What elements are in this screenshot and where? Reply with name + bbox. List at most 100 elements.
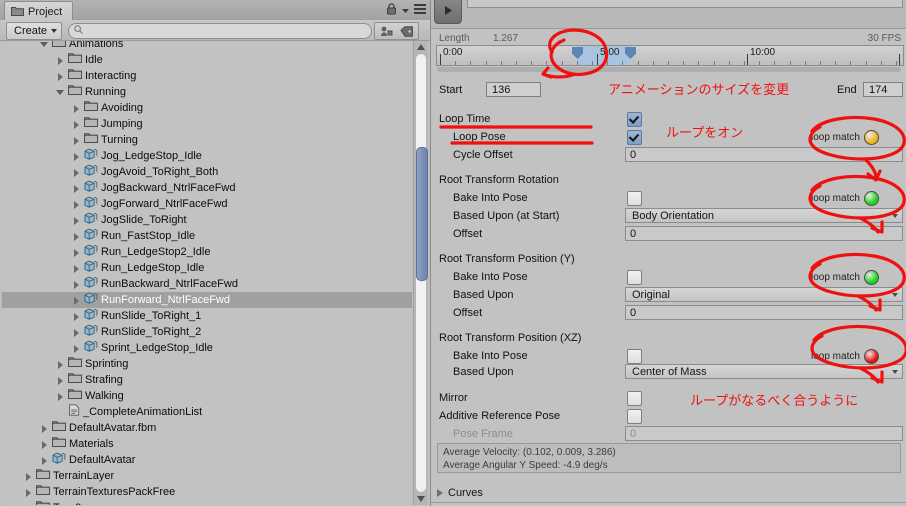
- root-posxz-based-dropdown[interactable]: Center of Mass: [625, 364, 903, 379]
- cycle-offset-input[interactable]: 0: [625, 147, 903, 162]
- chevron-right-icon[interactable]: [72, 184, 81, 193]
- chevron-right-icon[interactable]: [24, 472, 33, 481]
- chevron-right-icon[interactable]: [72, 328, 81, 337]
- loop-time-checkbox[interactable]: [627, 112, 642, 127]
- tree-item[interactable]: Run_LedgeStop2_Idle: [2, 244, 412, 260]
- root-posy-based-dropdown[interactable]: Original: [625, 287, 903, 302]
- start-input[interactable]: 136: [486, 82, 541, 97]
- chevron-right-icon[interactable]: [72, 136, 81, 145]
- chevron-right-icon[interactable]: [72, 312, 81, 321]
- root-posy-offset-label: Offset: [453, 307, 483, 319]
- scroll-down-arrow-icon[interactable]: [415, 493, 427, 505]
- annotation-note-2: ループをオン: [666, 126, 744, 141]
- chevron-right-icon[interactable]: [72, 200, 81, 209]
- hamburger-menu-icon[interactable]: [414, 4, 426, 17]
- tree-item[interactable]: Materials: [2, 436, 412, 452]
- tree-item-label: _CompleteAnimationList: [83, 406, 203, 418]
- chevron-right-icon[interactable]: [56, 376, 65, 385]
- chevron-down-icon[interactable]: [56, 88, 65, 97]
- chevron-right-icon[interactable]: [72, 344, 81, 353]
- chevron-right-icon[interactable]: [72, 248, 81, 257]
- timeline-minor-tick: [622, 61, 623, 65]
- chevron-right-icon[interactable]: [72, 232, 81, 241]
- root-posxz-bake-checkbox[interactable]: [627, 349, 642, 364]
- tree-item[interactable]: _CompleteAnimationList: [2, 403, 412, 420]
- chevron-right-icon[interactable]: [40, 424, 49, 433]
- tree-item[interactable]: DefaultAvatar.fbm: [2, 420, 412, 436]
- tree-item[interactable]: TerrainLayer: [2, 468, 412, 484]
- chevron-right-icon[interactable]: [56, 360, 65, 369]
- chevron-right-icon[interactable]: [24, 488, 33, 497]
- chevron-right-icon[interactable]: [72, 120, 81, 129]
- tree-item[interactable]: Running: [2, 84, 412, 100]
- root-rot-offset-input[interactable]: 0: [625, 226, 903, 241]
- root-rot-based-dropdown[interactable]: Body Orientation: [625, 208, 903, 223]
- tree-item[interactable]: JogSlide_ToRight: [2, 212, 412, 228]
- tree-item[interactable]: Jog_LedgeStop_Idle: [2, 148, 412, 164]
- chevron-right-icon[interactable]: [72, 168, 81, 177]
- tree-item[interactable]: JogBackward_NtrlFaceFwd: [2, 180, 412, 196]
- tree-item[interactable]: RunSlide_ToRight_2: [2, 324, 412, 340]
- tree-item[interactable]: Idle: [2, 52, 412, 68]
- tab-project[interactable]: Project: [4, 1, 74, 21]
- play-button[interactable]: [434, 0, 462, 24]
- mirror-checkbox[interactable]: [627, 391, 642, 406]
- chevron-right-icon[interactable]: [56, 72, 65, 81]
- animation-timeline[interactable]: Length 1.267 30 FPS 0:00 5:00 10:00 15:00: [431, 29, 906, 77]
- tree-item[interactable]: Turning: [2, 132, 412, 148]
- tree-item-selected[interactable]: RunForward_NtrlFaceFwd: [2, 292, 412, 308]
- chevron-right-icon[interactable]: [40, 440, 49, 449]
- chevron-right-icon[interactable]: [72, 216, 81, 225]
- root-posy-offset-input[interactable]: 0: [625, 305, 903, 320]
- chevron-right-icon[interactable]: [72, 296, 81, 305]
- lock-icon[interactable]: [386, 3, 397, 18]
- tree-item[interactable]: Animations: [2, 41, 412, 52]
- tree-item[interactable]: Run_FastStop_Idle: [2, 228, 412, 244]
- scrollbar-thumb[interactable]: [416, 147, 428, 281]
- chevron-down-icon[interactable]: [40, 41, 49, 49]
- additive-checkbox[interactable]: [627, 409, 642, 424]
- end-input[interactable]: 174: [863, 82, 903, 97]
- tree-item[interactable]: RunSlide_ToRight_1: [2, 308, 412, 324]
- curves-foldout[interactable]: Curves: [437, 485, 897, 501]
- project-tree[interactable]: Animations Idle Interacting Running Avoiding…: [2, 41, 412, 505]
- tree-item[interactable]: JogAvoid_ToRight_Both: [2, 164, 412, 180]
- search-box[interactable]: [68, 23, 372, 39]
- root-posy-bake-checkbox[interactable]: [627, 270, 642, 285]
- tree-item[interactable]: Avoiding: [2, 100, 412, 116]
- search-input[interactable]: [86, 24, 350, 38]
- chevron-right-icon[interactable]: [56, 56, 65, 65]
- chevron-right-icon[interactable]: [72, 280, 81, 289]
- root-rot-based-value: Body Orientation: [632, 210, 714, 222]
- model-asset-icon: [84, 292, 98, 309]
- timeline-horizontal-scrollbar[interactable]: [437, 67, 901, 72]
- root-rot-bake-checkbox[interactable]: [627, 191, 642, 206]
- tree-item[interactable]: Sprinting: [2, 356, 412, 372]
- chevron-right-icon[interactable]: [56, 392, 65, 401]
- project-tree-scrollbar[interactable]: [413, 41, 428, 505]
- tree-item[interactable]: JogForward_NtrlFaceFwd: [2, 196, 412, 212]
- tree-item[interactable]: Walking: [2, 388, 412, 404]
- chevron-right-icon[interactable]: [24, 504, 33, 505]
- chevron-right-icon[interactable]: [72, 104, 81, 113]
- scroll-up-arrow-icon[interactable]: [415, 41, 427, 53]
- tree-item[interactable]: Interacting: [2, 68, 412, 84]
- avatar-filter-icon[interactable]: [374, 22, 398, 40]
- tree-item[interactable]: TerrainTexturesPackFree: [2, 484, 412, 500]
- tree-item[interactable]: DefaultAvatar: [2, 452, 412, 468]
- label-filter-icon[interactable]: [396, 22, 419, 40]
- tree-item[interactable]: Run_LedgeStop_Idle: [2, 260, 412, 276]
- chevron-down-icon[interactable]: [402, 5, 409, 17]
- create-button[interactable]: Create: [6, 22, 63, 40]
- chevron-right-icon[interactable]: [72, 152, 81, 161]
- chevron-right-icon[interactable]: [72, 264, 81, 273]
- tree-item[interactable]: Tree9: [2, 500, 412, 505]
- tree-item[interactable]: RunBackward_NtrlFaceFwd: [2, 276, 412, 292]
- tree-item[interactable]: Strafing: [2, 372, 412, 388]
- timeline-ruler[interactable]: 0:00 5:00 10:00 15:00: [436, 45, 904, 66]
- model-asset-icon: [84, 148, 98, 165]
- chevron-right-icon[interactable]: [40, 456, 49, 465]
- tree-item[interactable]: Jumping: [2, 116, 412, 132]
- loop-pose-checkbox[interactable]: [627, 130, 642, 145]
- tree-item[interactable]: Sprint_LedgeStop_Idle: [2, 340, 412, 356]
